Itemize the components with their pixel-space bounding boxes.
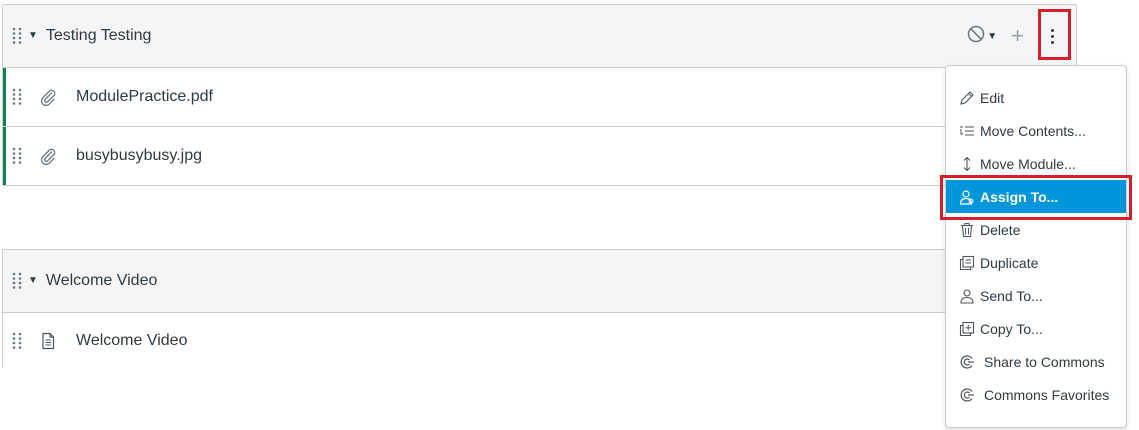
pencil-icon xyxy=(958,89,976,107)
drag-handle-icon[interactable] xyxy=(12,332,22,350)
menu-item-assign-to[interactable]: Assign To... xyxy=(946,180,1126,213)
user-icon xyxy=(958,287,976,305)
module-testing-testing: ▼ Testing Testing ▼ + ModulePractice.pdf xyxy=(2,4,1077,186)
page-icon xyxy=(38,331,58,351)
menu-item-label: Share to Commons xyxy=(984,353,1105,370)
menu-item-commons-favorites[interactable]: Commons Favorites xyxy=(946,378,1126,411)
menu-item-label: Copy To... xyxy=(980,320,1043,337)
module-item[interactable]: ModulePractice.pdf xyxy=(3,68,1076,127)
collapse-caret-icon[interactable]: ▼ xyxy=(28,30,38,41)
drag-handle-icon[interactable] xyxy=(12,147,22,165)
menu-item-edit[interactable]: Edit xyxy=(946,81,1126,114)
copy-icon xyxy=(958,320,976,338)
module-item[interactable]: Welcome Video xyxy=(3,313,1076,368)
trash-icon xyxy=(958,221,976,239)
assign-user-icon xyxy=(958,188,976,206)
module-item-title[interactable]: busybusybusy.jpg xyxy=(76,147,202,165)
module-item[interactable]: busybusybusy.jpg xyxy=(3,127,1076,185)
module-item-title[interactable]: ModulePractice.pdf xyxy=(76,88,213,106)
menu-item-label: Move Module... xyxy=(980,155,1076,172)
menu-item-share-to-commons[interactable]: Share to Commons xyxy=(946,345,1126,378)
menu-item-label: Send To... xyxy=(980,287,1043,304)
menu-item-label: Delete xyxy=(980,221,1021,238)
module-header[interactable]: ▼ Testing Testing ▼ + xyxy=(3,5,1076,68)
drag-handle-icon[interactable] xyxy=(12,88,22,106)
menu-item-label: Commons Favorites xyxy=(984,386,1110,403)
module-title: Testing Testing xyxy=(45,27,152,44)
menu-item-label: Edit xyxy=(980,89,1005,106)
add-item-button[interactable]: + xyxy=(1011,25,1024,47)
menu-item-label: Move Contents... xyxy=(980,122,1086,139)
unpublished-circle-icon xyxy=(967,25,985,48)
module-header[interactable]: ▼ Welcome Video xyxy=(3,250,1076,313)
updown-arrow-icon xyxy=(958,155,976,173)
menu-item-label: Duplicate xyxy=(980,254,1039,271)
duplicate-icon xyxy=(958,254,976,272)
module-options-kebab-button[interactable] xyxy=(1046,25,1058,47)
menu-item-delete[interactable]: Delete xyxy=(946,213,1126,246)
module-options-menu: Edit Move Contents... Move Module... Ass… xyxy=(945,65,1127,428)
module-item-title[interactable]: Welcome Video xyxy=(76,332,187,350)
drag-handle-icon[interactable] xyxy=(12,272,22,290)
menu-item-move-contents[interactable]: Move Contents... xyxy=(946,114,1126,147)
menu-item-duplicate[interactable]: Duplicate xyxy=(946,246,1126,279)
paperclip-icon xyxy=(38,87,58,107)
publish-button[interactable]: ▼ xyxy=(967,25,997,48)
menu-item-copy-to[interactable]: Copy To... xyxy=(946,312,1126,345)
drag-handle-icon[interactable] xyxy=(12,27,22,45)
move-contents-icon xyxy=(958,122,976,140)
module-welcome-video: ▼ Welcome Video Welcome Video xyxy=(2,249,1077,368)
menu-item-label: Assign To... xyxy=(980,188,1059,205)
module-title: Welcome Video xyxy=(45,272,158,289)
commons-icon xyxy=(958,353,976,371)
paperclip-icon xyxy=(38,146,58,166)
chevron-down-icon: ▼ xyxy=(987,30,998,42)
menu-item-move-module[interactable]: Move Module... xyxy=(946,147,1126,180)
commons-icon xyxy=(958,386,976,404)
menu-item-send-to[interactable]: Send To... xyxy=(946,279,1126,312)
collapse-caret-icon[interactable]: ▼ xyxy=(28,275,38,286)
